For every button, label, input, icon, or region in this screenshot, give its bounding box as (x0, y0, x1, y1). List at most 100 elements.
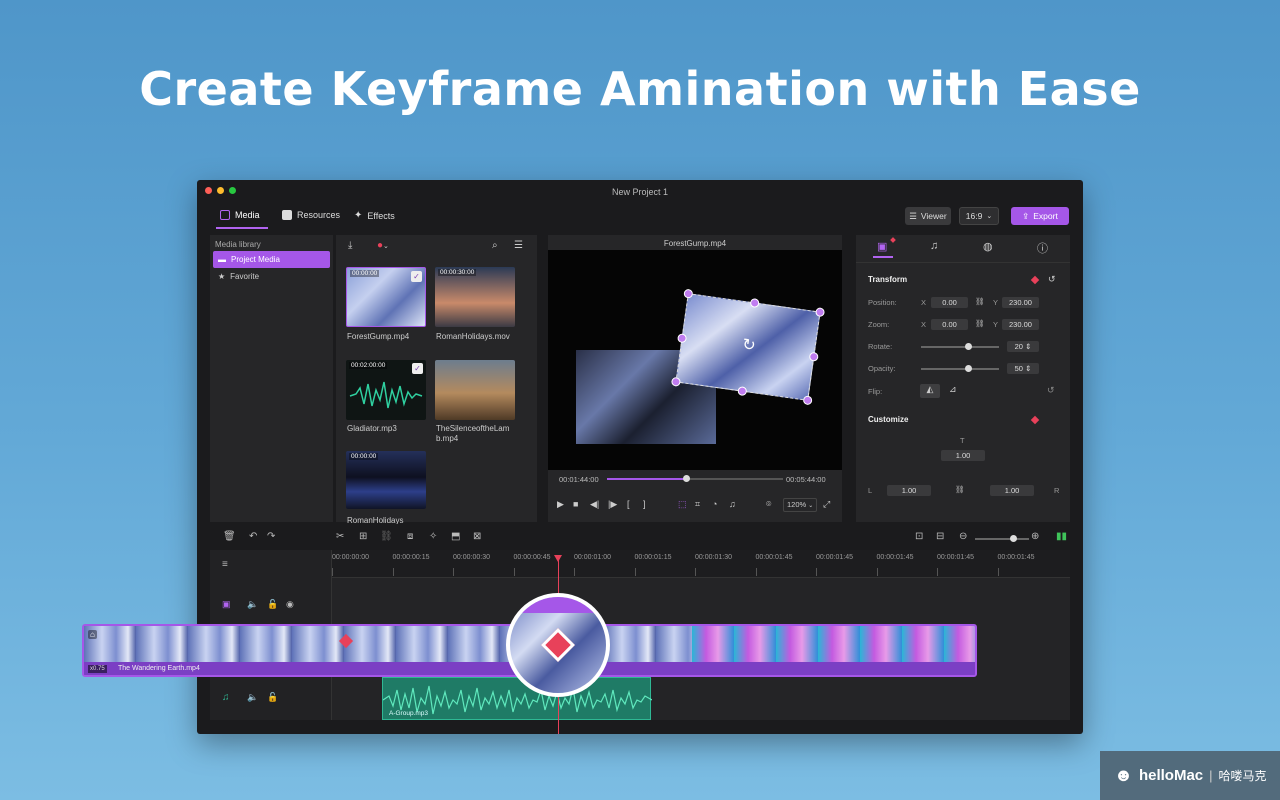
eye-icon[interactable]: ◉ (286, 599, 294, 610)
redo-icon[interactable]: ↷ (267, 531, 275, 542)
zoom-x-input[interactable]: 0.00 (931, 319, 968, 330)
snap-icon[interactable]: ⊟ (936, 531, 944, 542)
transform-handle[interactable] (808, 351, 819, 362)
position-y-input[interactable]: 230.00 (1002, 297, 1039, 308)
viewer-canvas[interactable]: ↻ (548, 250, 842, 470)
import-icon[interactable]: ⤓ (348, 240, 352, 251)
sidebar-item-project-media[interactable]: ▬ Project Media (213, 251, 330, 268)
rotate-icon[interactable]: ↻ (741, 334, 757, 356)
lock-icon[interactable]: 🔓 (267, 599, 278, 610)
media-item-forestgump[interactable]: 00:00:00 ✓ (346, 267, 426, 327)
previous-frame-icon[interactable]: ◀| (590, 499, 599, 510)
aspect-ratio-select[interactable]: 16:9 ⌄ (959, 207, 999, 225)
flip-vertical-icon[interactable]: ⊿ (949, 384, 957, 395)
play-icon[interactable]: ▶ (557, 499, 564, 510)
magic-icon[interactable]: ✧ (429, 531, 437, 542)
ruler-tick-label: 00:00:01:45 (755, 554, 793, 561)
flip-horizontal-icon[interactable]: ◭ (920, 384, 940, 398)
transform-handle[interactable] (802, 395, 813, 406)
grid-icon[interactable]: ⊞ (359, 531, 367, 542)
media-name: TheSilenceoftheLam b.mp4 (436, 424, 509, 444)
speaker-icon[interactable]: 🔈 (247, 599, 258, 610)
link-icon[interactable]: ⛓ (975, 319, 985, 328)
snapshot-icon[interactable]: ⌾ (766, 499, 771, 510)
search-icon[interactable]: ⌕ (492, 240, 498, 251)
speaker-icon[interactable]: 🔈 (247, 692, 258, 703)
tab-effects[interactable]: ✦ Effects (354, 210, 395, 221)
transform-handle[interactable] (814, 307, 826, 318)
scissors-icon[interactable]: ✂ (336, 531, 344, 542)
delete-icon[interactable]: 🗑 (223, 531, 236, 542)
rotate-slider-knob[interactable] (964, 343, 972, 350)
fit-timeline-icon[interactable]: ⊡ (915, 531, 923, 542)
export-button[interactable]: ⇪ Export (1011, 207, 1069, 225)
media-item-romanholidays-2[interactable]: 00:00:00 (346, 451, 426, 509)
ruler-tick-label: 00:00:00:00 (332, 554, 369, 561)
viewer-progress-bar[interactable] (607, 475, 783, 482)
r-label: R (1054, 486, 1060, 495)
position-x-input[interactable]: 0.00 (931, 297, 968, 308)
timeline-zoom-slider[interactable] (975, 535, 1029, 542)
zoom-out-icon[interactable]: ⊖ (959, 531, 967, 542)
track-menu-icon[interactable]: ≡ (222, 559, 228, 570)
crop-icon[interactable]: ⌗ (695, 499, 700, 510)
transform-handle[interactable] (749, 297, 760, 309)
freeze-frame-icon[interactable]: ⧈ (407, 531, 413, 542)
color-tab-icon[interactable]: ◍ (983, 240, 993, 253)
mask-icon[interactable]: ⊠ (473, 531, 481, 542)
opacity-slider[interactable] (921, 365, 999, 372)
rotate-input[interactable]: 20 ⇕ (1007, 341, 1039, 352)
media-item-gladiator[interactable]: 00:02:00:00 ✓ (346, 360, 426, 420)
lock-icon[interactable]: 🔓 (267, 692, 278, 703)
mark-in-icon[interactable]: [ (627, 499, 630, 509)
opacity-slider-knob[interactable] (964, 365, 972, 372)
fullscreen-icon[interactable]: ⤢ (823, 499, 830, 510)
media-item-romanholidays[interactable]: 00:00:30:00 (435, 267, 515, 327)
rotate-slider[interactable] (921, 343, 999, 350)
audio-meter-icon[interactable]: ▮▮ (1056, 531, 1067, 542)
zoom-y-input[interactable]: 230.00 (1002, 319, 1039, 330)
t-input[interactable]: 1.00 (941, 450, 985, 461)
clip-effect-icon[interactable]: ⌂ (88, 630, 97, 639)
stop-icon[interactable]: ■ (573, 499, 578, 509)
tab-media[interactable]: Media (220, 210, 260, 220)
info-tab-icon[interactable]: ⓘ (1037, 240, 1048, 256)
transform-handle[interactable] (737, 386, 748, 397)
reset-icon[interactable]: ↺ (1048, 274, 1056, 285)
transform-handle[interactable] (676, 333, 688, 344)
tab-resources[interactable]: Resources (282, 210, 340, 220)
undo-icon[interactable]: ↶ (249, 531, 257, 542)
audio-tab-icon[interactable]: ♫ (930, 240, 938, 252)
ruler-tick-line (937, 568, 938, 576)
next-frame-icon[interactable]: |▶ (608, 499, 617, 510)
record-button[interactable]: ●⌄ (377, 240, 389, 251)
l-input[interactable]: 1.00 (887, 485, 931, 496)
check-icon[interactable]: ✓ (411, 271, 422, 282)
viewer-button[interactable]: ☰ Viewer (905, 207, 951, 225)
link-clip-icon[interactable]: ⛓ (380, 531, 393, 542)
video-tab-icon[interactable]: ▣ (877, 240, 887, 253)
speed-icon[interactable]: ◔ (712, 499, 717, 509)
zoom-in-icon[interactable]: ⊕ (1031, 531, 1039, 542)
media-icon (220, 210, 230, 220)
list-view-icon[interactable]: ☰ (514, 240, 523, 251)
link-icon[interactable]: ⛓ (955, 485, 965, 494)
transform-handle[interactable] (683, 288, 694, 299)
playhead-handle[interactable] (554, 555, 562, 562)
tab-effects-label: Effects (367, 210, 395, 221)
main-toolbar: Media Resources ✦ Effects ☰ Viewer 16:9 … (197, 204, 1083, 234)
link-icon[interactable]: ⛓ (975, 297, 985, 306)
transformed-video-frame[interactable]: ↻ (670, 288, 826, 406)
crop-select-icon[interactable]: ⬚ (678, 499, 687, 510)
zoom-select[interactable]: 120% ⌄ (783, 498, 817, 512)
opacity-input[interactable]: 50 ⇕ (1007, 363, 1039, 374)
reset-icon[interactable]: ↺ (1047, 385, 1055, 396)
timeline-zoom-knob[interactable] (1009, 535, 1017, 542)
media-item-silenceofthelamb[interactable] (435, 360, 515, 420)
crop-tool-icon[interactable]: ⬒ (451, 531, 460, 542)
audio-clip[interactable]: A-Group.mp3 (382, 677, 652, 720)
sidebar-item-favorite[interactable]: ★ Favorite (213, 268, 330, 285)
r-input[interactable]: 1.00 (990, 485, 1034, 496)
audio-icon[interactable]: ♫ (729, 499, 736, 509)
mark-out-icon[interactable]: ] (643, 499, 646, 509)
